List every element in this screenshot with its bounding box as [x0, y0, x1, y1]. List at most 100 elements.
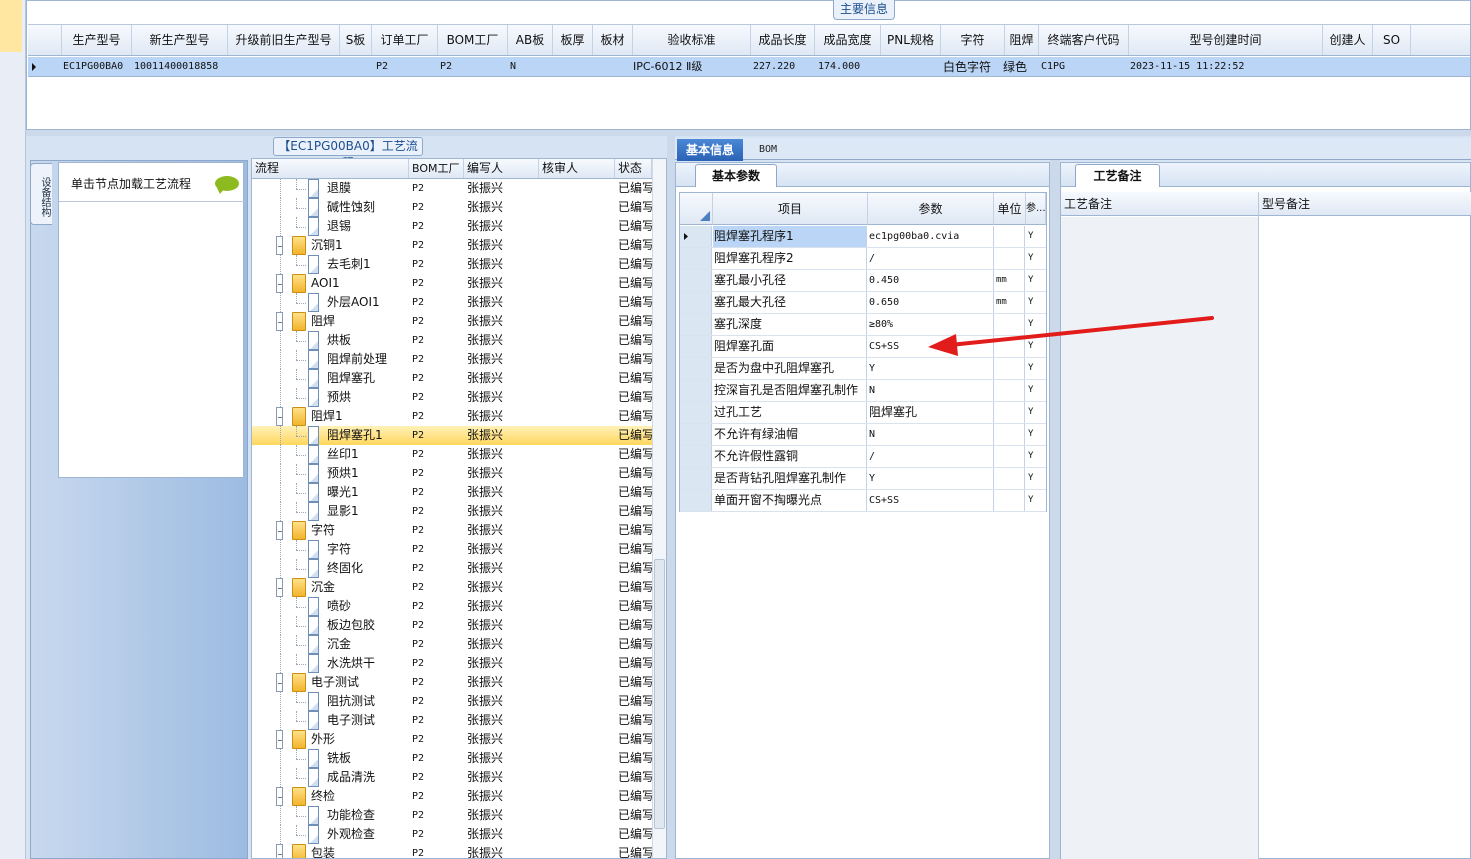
- tree-row[interactable]: 显影1 P2 张振兴 已编写: [252, 502, 652, 521]
- param-col-header[interactable]: 单位: [994, 193, 1026, 225]
- tree-col-header[interactable]: 流程: [252, 159, 409, 178]
- collapse-toggle-icon[interactable]: −: [276, 312, 283, 331]
- col-header[interactable]: 创建人: [1323, 25, 1373, 55]
- col-header[interactable]: 新生产型号: [132, 25, 228, 55]
- tree-row[interactable]: 字符 P2 张振兴 已编写: [252, 540, 652, 559]
- tree-node-label[interactable]: 电子测试: [327, 711, 409, 730]
- collapse-toggle-icon[interactable]: −: [276, 844, 283, 858]
- tab-bom[interactable]: BOM: [748, 141, 788, 159]
- main-info-row[interactable]: EC1PG00BA0 10011400018858 P2 P2 N IPC-60…: [28, 57, 1470, 77]
- tree-row[interactable]: 终固化 P2 张振兴 已编写: [252, 559, 652, 578]
- cell-new-model[interactable]: 10011400018858: [134, 57, 228, 77]
- row-selector[interactable]: [680, 402, 712, 423]
- tree-node-label[interactable]: 阻抗测试: [327, 692, 409, 711]
- tab-basic-info[interactable]: 基本信息: [677, 139, 743, 161]
- param-value[interactable]: 0.450: [868, 270, 994, 291]
- row-selector[interactable]: [680, 270, 712, 291]
- tree-col-header[interactable]: BOM工厂: [409, 159, 464, 178]
- tree-row[interactable]: 成品清洗 P2 张振兴 已编写: [252, 768, 652, 787]
- col-header[interactable]: 终端客户代码: [1039, 25, 1129, 55]
- param-row[interactable]: 不允许假性露铜 / Y: [680, 446, 1046, 468]
- col-header[interactable]: PNL规格: [881, 25, 941, 55]
- tree-node-label[interactable]: 外观检查: [327, 825, 409, 844]
- param-row[interactable]: 是否背钻孔阻焊塞孔制作 Y Y: [680, 468, 1046, 490]
- col-header[interactable]: 验收标准: [633, 25, 751, 55]
- tree-row[interactable]: 铣板 P2 张振兴 已编写: [252, 749, 652, 768]
- tree-row[interactable]: 阻焊塞孔1 P2 张振兴 已编写: [252, 426, 652, 445]
- row-selector[interactable]: [680, 314, 712, 335]
- tree-row[interactable]: 预烘1 P2 张振兴 已编写: [252, 464, 652, 483]
- tree-node-label[interactable]: 阻焊1: [311, 407, 407, 426]
- tree-row[interactable]: 退锡 P2 张振兴 已编写: [252, 217, 652, 236]
- row-selector[interactable]: [680, 490, 712, 511]
- row-selector[interactable]: [680, 468, 712, 489]
- tree-node-label[interactable]: 功能检查: [327, 806, 409, 825]
- cell-standard[interactable]: IPC-6012 Ⅱ级: [633, 57, 751, 77]
- param-row[interactable]: 是否为盘中孔阻焊塞孔 Y Y: [680, 358, 1046, 380]
- param-value[interactable]: ≥80%: [868, 314, 994, 335]
- tree-node-label[interactable]: 字符: [327, 540, 409, 559]
- col-header[interactable]: 成品宽度: [815, 25, 881, 55]
- param-row[interactable]: 阻焊塞孔程序2/ Y: [680, 248, 1046, 270]
- scrollbar-thumb[interactable]: [654, 559, 665, 829]
- tree-node-label[interactable]: 板边包胶: [327, 616, 409, 635]
- param-row[interactable]: 塞孔最小孔径 0.450 mm Y: [680, 270, 1046, 292]
- tree-row[interactable]: − 沉金 P2 张振兴 已编写: [252, 578, 652, 597]
- tree-node-label[interactable]: 水洗烘干: [327, 654, 409, 673]
- col-header[interactable]: 型号创建时间: [1129, 25, 1323, 55]
- tab-basic-params[interactable]: 基本参数: [695, 164, 777, 187]
- col-header[interactable]: SO: [1373, 25, 1411, 55]
- collapse-toggle-icon[interactable]: −: [276, 274, 283, 293]
- tree-node-label[interactable]: 喷砂: [327, 597, 409, 616]
- param-value[interactable]: 0.650: [868, 292, 994, 313]
- tree-row[interactable]: 退膜 P2 张振兴 已编写: [252, 179, 652, 198]
- row-selector[interactable]: [680, 292, 712, 313]
- tree-node-label[interactable]: 电子测试: [311, 673, 407, 692]
- tree-node-label[interactable]: 铣板: [327, 749, 409, 768]
- collapse-toggle-icon[interactable]: −: [276, 673, 283, 692]
- collapse-toggle-icon[interactable]: −: [276, 236, 283, 255]
- tree-node-label[interactable]: 烘板: [327, 331, 409, 350]
- tree-node-label[interactable]: 外层AOI1: [327, 293, 409, 312]
- tree-node-label[interactable]: 成品清洗: [327, 768, 409, 787]
- row-selector[interactable]: [680, 248, 712, 269]
- tree-row[interactable]: − 包装 P2 张振兴 已编写: [252, 844, 652, 858]
- param-row[interactable]: 阻焊塞孔程序1 ec1pg00ba0.cvia Y: [680, 226, 1046, 248]
- param-col-header[interactable]: 参...: [1026, 193, 1046, 225]
- tree-node-label[interactable]: 碱性蚀刻: [327, 198, 409, 217]
- tree-row[interactable]: − 电子测试 P2 张振兴 已编写: [252, 673, 652, 692]
- tree-row[interactable]: − AOI1 P2 张振兴 已编写: [252, 274, 652, 293]
- cell-customer-code[interactable]: C1PG: [1041, 57, 1121, 77]
- tree-col-header[interactable]: 编写人: [464, 159, 539, 178]
- nav-tree-box[interactable]: 单击节点加载工艺流程: [58, 162, 245, 478]
- cell-length[interactable]: 227.220: [753, 57, 815, 77]
- tree-node-label[interactable]: AOI1: [311, 274, 407, 293]
- param-value[interactable]: N: [868, 380, 994, 401]
- tree-row[interactable]: − 阻焊1 P2 张振兴 已编写: [252, 407, 652, 426]
- cell-width[interactable]: 174.000: [818, 57, 880, 77]
- param-row[interactable]: 控深盲孔是否阻焊塞孔制作 N Y: [680, 380, 1046, 402]
- tree-row[interactable]: 水洗烘干 P2 张振兴 已编写: [252, 654, 652, 673]
- tree-row[interactable]: 喷砂 P2 张振兴 已编写: [252, 597, 652, 616]
- tree-row[interactable]: 去毛刺1 P2 张振兴 已编写: [252, 255, 652, 274]
- tree-row[interactable]: 功能检查 P2 张振兴 已编写: [252, 806, 652, 825]
- row-selector[interactable]: [680, 336, 712, 357]
- tree-node-label[interactable]: 阻焊塞孔1: [327, 426, 409, 445]
- param-value[interactable]: Y: [868, 468, 994, 489]
- col-header[interactable]: 生产型号: [62, 25, 132, 55]
- tree-node-label[interactable]: 沉铜1: [311, 236, 407, 255]
- row-selector[interactable]: [680, 446, 712, 467]
- tree-node-label[interactable]: 阻焊塞孔: [327, 369, 409, 388]
- tree-node-label[interactable]: 预烘1: [327, 464, 409, 483]
- tree-node-label[interactable]: 显影1: [327, 502, 409, 521]
- tree-row[interactable]: 阻焊塞孔 P2 张振兴 已编写: [252, 369, 652, 388]
- param-row[interactable]: 塞孔深度 ≥80% Y: [680, 314, 1046, 336]
- tree-node-label[interactable]: 终固化: [327, 559, 409, 578]
- param-row[interactable]: 过孔工艺 阻焊塞孔 Y: [680, 402, 1046, 424]
- tree-node-label[interactable]: 阻焊前处理: [327, 350, 409, 369]
- tree-node-label[interactable]: 阻焊: [311, 312, 407, 331]
- nav-tab[interactable]: 设备结构: [30, 163, 52, 225]
- tree-row[interactable]: 电子测试 P2 张振兴 已编写: [252, 711, 652, 730]
- param-row[interactable]: 不允许有绿油帽 N Y: [680, 424, 1046, 446]
- tree-node-label[interactable]: 沉金: [327, 635, 409, 654]
